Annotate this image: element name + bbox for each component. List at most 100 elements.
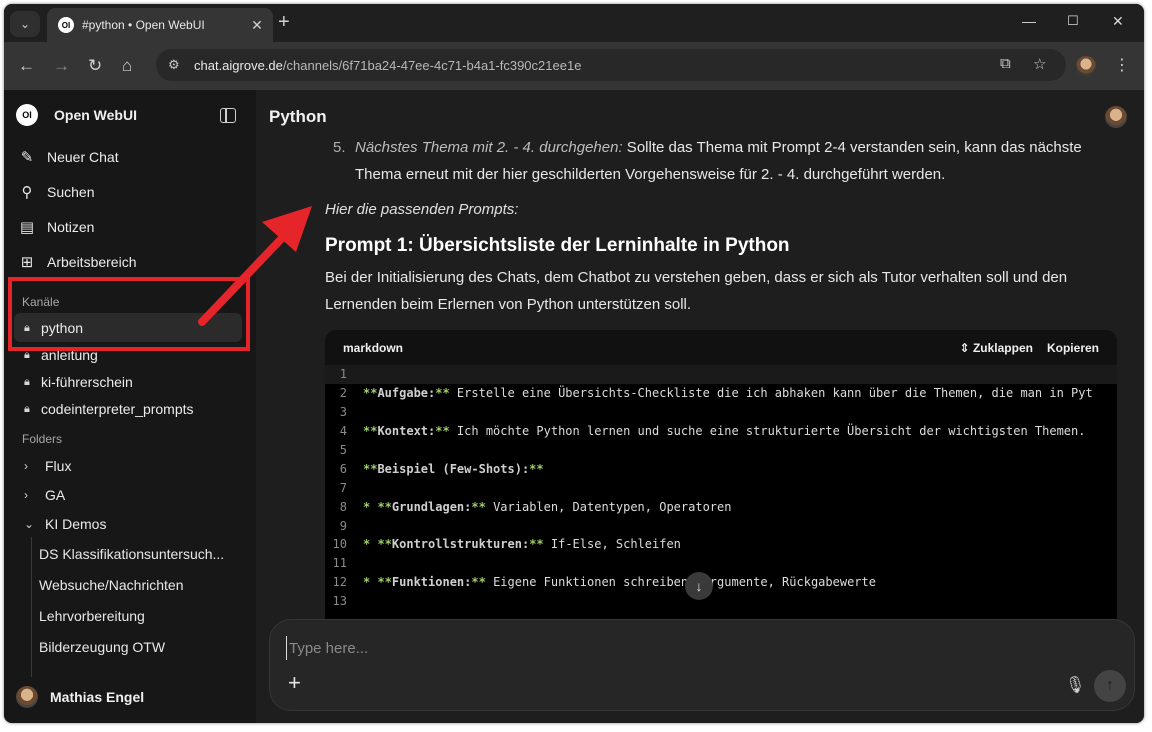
user-name: Mathias Engel bbox=[50, 689, 145, 705]
folder-flux[interactable]: › Flux bbox=[24, 458, 71, 474]
code-keyword: **Kontrollstrukturen:** bbox=[377, 537, 544, 552]
code-lines[interactable]: 1 2 **Aufgabe:** Erstelle eine Übersichts-… bbox=[325, 365, 1117, 611]
scroll-down-button[interactable]: ↓ bbox=[685, 572, 713, 600]
collapse-label: Zuklappen bbox=[972, 340, 1033, 355]
code-line: 12 * **Funktionen:** Eigene Funktionen sc… bbox=[325, 573, 1117, 592]
message-input[interactable] bbox=[286, 636, 1046, 660]
code-rest: Eigene Funktionen schreiben, Argumente, … bbox=[485, 575, 876, 590]
brand-logo: OI bbox=[16, 104, 38, 126]
channel-label: codeinterpreter_prompts bbox=[41, 401, 194, 417]
list-marker: * bbox=[363, 499, 378, 514]
nav-notes[interactable]: ▤ Notizen bbox=[18, 218, 95, 236]
list-marker: * bbox=[363, 575, 378, 590]
code-line: 13 bbox=[325, 592, 1117, 611]
intro-text: Hier die passenden Prompts: bbox=[325, 201, 519, 218]
reload-icon[interactable]: ↻ bbox=[88, 57, 102, 74]
folder-ki-demos[interactable]: ⌄ KI Demos bbox=[24, 516, 106, 532]
code-keyword: **Beispiel (Few-Shots):** bbox=[363, 461, 544, 476]
folder-label: KI Demos bbox=[45, 516, 107, 532]
line-number: 4 bbox=[339, 424, 347, 439]
bookmark-star-icon[interactable]: ☆ bbox=[1033, 55, 1046, 73]
code-keyword: **Funktionen:** bbox=[377, 575, 486, 590]
code-line: 9 bbox=[325, 516, 1117, 535]
code-line: 10 * **Kontrollstrukturen:** If-Else, Sch… bbox=[325, 535, 1117, 554]
folder-chat-item[interactable]: Lehrvorbereitung bbox=[39, 608, 239, 624]
code-keyword: **Grundlagen:** bbox=[377, 499, 486, 514]
list-item: 5. Nächstes Thema mit 2. - 4. durchgehen… bbox=[325, 134, 1125, 188]
collapse-button[interactable]: ⇕ Zuklappen bbox=[960, 341, 1033, 355]
brand-name: Open WebUI bbox=[54, 107, 137, 123]
message-composer: + 🎙︎ ↑ bbox=[269, 619, 1135, 711]
section-heading: Prompt 1: Übersichtsliste der Lerninhalt… bbox=[325, 235, 790, 256]
add-attachment-button[interactable]: + bbox=[288, 672, 301, 694]
nav-label: Neuer Chat bbox=[47, 149, 119, 165]
workspace-icon: ⊞ bbox=[20, 254, 34, 271]
browser-menu-icon[interactable]: ⋮ bbox=[1114, 55, 1130, 75]
tab-title: #python • Open WebUI bbox=[82, 18, 205, 32]
tab-search-button[interactable]: ⌄ bbox=[10, 11, 40, 37]
browser-window: ⌄ OI #python • Open WebUI ✕ + — ☐ ✕ ← → … bbox=[4, 4, 1144, 723]
annotation-highlight-box bbox=[8, 277, 250, 351]
arrow-down-icon: ↓ bbox=[695, 578, 703, 594]
code-text: * **Funktionen:** Eigene Funktionen schr… bbox=[363, 575, 876, 589]
install-app-icon[interactable]: ⧉ bbox=[1000, 55, 1011, 72]
line-number: 13 bbox=[332, 594, 347, 609]
list-marker: * bbox=[363, 537, 378, 552]
user-menu[interactable]: Mathias Engel bbox=[16, 686, 144, 708]
step-title: Nächstes Thema mit 2. - 4. durchgehen: bbox=[355, 139, 623, 156]
code-line: 1 bbox=[325, 365, 1117, 384]
site-settings-icon[interactable]: ⚙ bbox=[168, 57, 180, 73]
code-rest: Ich möchte Python lernen und suche eine … bbox=[449, 424, 1086, 439]
folder-ga[interactable]: › GA bbox=[24, 487, 65, 503]
code-language: markdown bbox=[343, 340, 404, 355]
code-line: 11 bbox=[325, 554, 1117, 573]
close-window-icon[interactable]: ✕ bbox=[1112, 13, 1124, 30]
line-number: 6 bbox=[339, 461, 347, 476]
avatar[interactable] bbox=[1105, 106, 1127, 128]
maximize-icon[interactable]: ☐ bbox=[1067, 13, 1079, 29]
nav-workspace[interactable]: ⊞ Arbeitsbereich bbox=[18, 253, 137, 271]
code-block: markdown ⇕ Zuklappen Kopieren 1 2 **Aufgab… bbox=[325, 330, 1117, 630]
url-host: chat.aigrove.de bbox=[194, 57, 283, 73]
chevron-right-icon: › bbox=[24, 459, 28, 473]
close-tab-icon[interactable]: ✕ bbox=[249, 17, 265, 34]
paragraph: Bei der Initialisierung des Chats, dem C… bbox=[325, 269, 1068, 313]
browser-tab[interactable]: OI #python • Open WebUI ✕ bbox=[47, 8, 273, 42]
folder-chat-item[interactable]: Bilderzeugung OTW bbox=[39, 639, 239, 655]
home-icon[interactable]: ⌂ bbox=[122, 57, 132, 74]
url-path: /channels/6f71ba24-47ee-4c71-b4a1-fc390c… bbox=[282, 57, 582, 73]
chevron-down-icon: ⌄ bbox=[19, 17, 31, 31]
line-number: 1 bbox=[339, 367, 347, 382]
new-tab-button[interactable]: + bbox=[278, 12, 290, 32]
line-number: 12 bbox=[332, 575, 347, 590]
channel-codeinterpreter-prompts[interactable]: 🔒︎ codeinterpreter_prompts bbox=[24, 401, 194, 417]
brand[interactable]: OI Open WebUI bbox=[16, 104, 137, 126]
lock-icon: 🔒︎ bbox=[24, 375, 30, 388]
sidebar-toggle-icon[interactable] bbox=[220, 108, 236, 123]
browser-profile-avatar[interactable] bbox=[1076, 56, 1096, 76]
microphone-icon[interactable]: 🎙︎ bbox=[1065, 675, 1085, 695]
nav-new-chat[interactable]: ✎ Neuer Chat bbox=[18, 148, 119, 166]
folder-chat-item[interactable]: DS Klassifikationsuntersuch... bbox=[39, 546, 239, 562]
line-number: 10 bbox=[332, 537, 347, 552]
send-button[interactable]: ↑ bbox=[1094, 670, 1126, 702]
folder-label: Flux bbox=[45, 458, 72, 474]
code-line: 4 **Kontext:** Ich möchte Python lernen u… bbox=[325, 422, 1117, 441]
nav-label: Arbeitsbereich bbox=[47, 254, 137, 270]
back-icon[interactable]: ← bbox=[18, 57, 35, 74]
code-keyword: **Aufgabe:** bbox=[363, 386, 450, 401]
code-header: markdown ⇕ Zuklappen Kopieren bbox=[325, 330, 1117, 365]
url-field[interactable]: ⚙ chat.aigrove.de/channels/6f71ba24-47ee… bbox=[156, 49, 1066, 81]
folder-chat-item[interactable]: Websuche/Nachrichten bbox=[39, 577, 239, 593]
code-text: **Aufgabe:** Erstelle eine Übersichts-Ch… bbox=[363, 386, 1093, 400]
channel-ki-fuehrerschein[interactable]: 🔒︎ ki-führerschein bbox=[24, 374, 133, 390]
nav-search[interactable]: ⚲ Suchen bbox=[18, 183, 95, 201]
address-bar: ← → ↻ ⌂ ⚙ chat.aigrove.de/channels/6f71b… bbox=[4, 42, 1144, 90]
sidebar: OI Open WebUI ✎ Neuer Chat ⚲ Suchen ▤ No… bbox=[4, 90, 256, 723]
forward-icon[interactable]: → bbox=[53, 57, 70, 74]
copy-button[interactable]: Kopieren bbox=[1047, 341, 1099, 355]
arrow-up-icon: ↑ bbox=[1106, 677, 1114, 694]
sort-icon: ⇕ bbox=[959, 340, 973, 355]
pencil-icon: ✎ bbox=[20, 149, 34, 166]
minimize-icon[interactable]: — bbox=[1022, 13, 1036, 29]
